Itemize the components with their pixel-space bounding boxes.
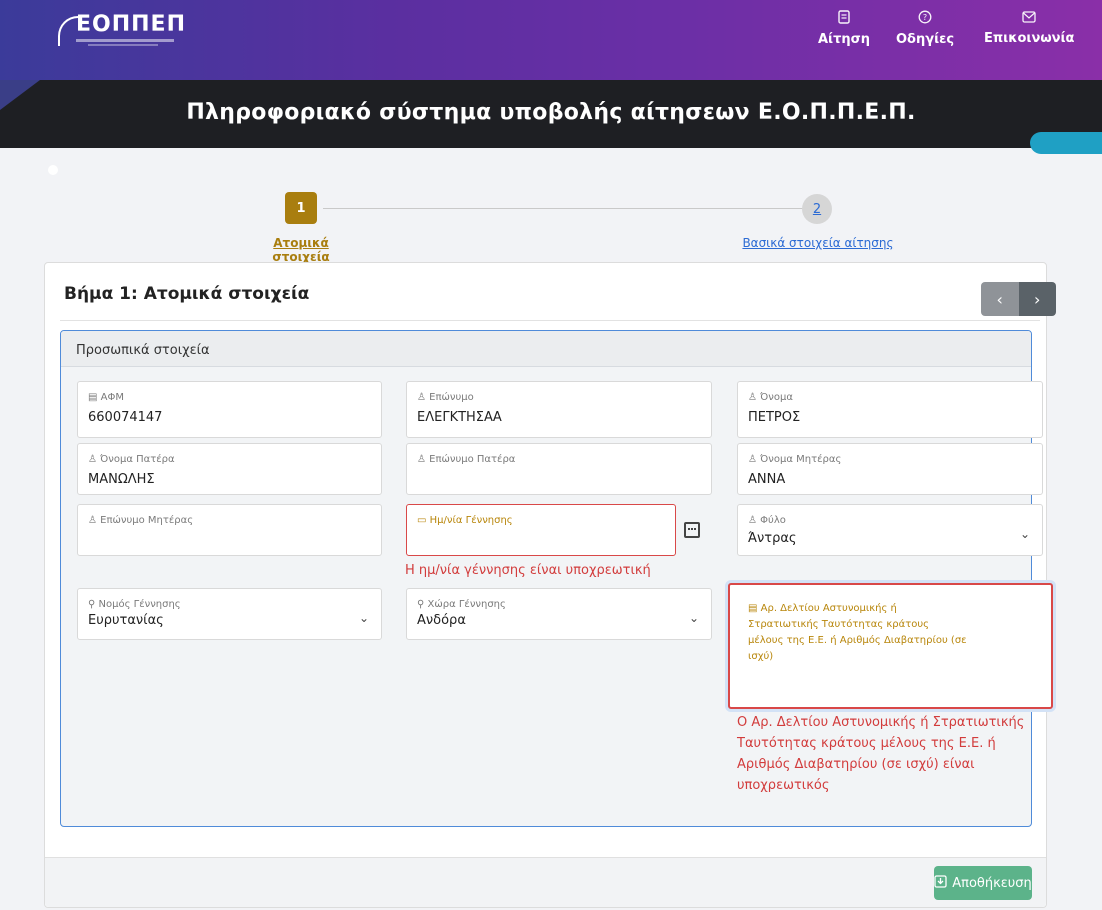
step-1-badge[interactable]: 1 (285, 192, 317, 224)
person-icon: ♙ (417, 454, 430, 465)
svg-text:?: ? (923, 13, 927, 22)
envelope-icon (1022, 10, 1036, 28)
person-icon: ♙ (88, 454, 101, 465)
step-2-label[interactable]: Βασικά στοιχεία αίτησης (738, 236, 898, 250)
chevron-down-icon: ⌄ (688, 611, 699, 625)
birth-country-value: Ανδόρα (417, 613, 466, 628)
id-number-label-line-3: μέλους της Ε.Ε. ή Αριθμός Διαβατηρίου (σ… (748, 635, 967, 646)
id-number-label-line-4: ισχύ) (748, 651, 774, 662)
panel-title: Προσωπικά στοιχεία (76, 343, 210, 358)
mother-surname-label: Επώνυμο Μητέρας (100, 515, 194, 526)
nav-item-contact[interactable]: Επικοινωνία (984, 10, 1074, 46)
name-label: Όνομα (760, 392, 793, 403)
birth-country-select[interactable]: ⚲ Χώρα Γέννησης Ανδόρα ⌄ (406, 588, 712, 640)
mother-name-field[interactable]: ♙ Όνομα Μητέρας ΑΝΝΑ (737, 443, 1043, 495)
surname-label: Επώνυμο (429, 392, 474, 403)
birth-date-label: Ημ/νία Γέννησης (429, 515, 513, 526)
mother-surname-field[interactable]: ♙ Επώνυμο Μητέρας (77, 504, 382, 556)
gender-select[interactable]: ♙ Φύλο Άντρας ⌄ (737, 504, 1043, 556)
step-2-badge[interactable]: 2 (802, 194, 832, 224)
card-title: Βήμα 1: Ατομικά στοιχεία (64, 284, 310, 304)
calendar-icon: ▭ (417, 515, 430, 526)
nav-item-application[interactable]: Αίτηση (818, 10, 870, 47)
question-circle-icon: ? (918, 10, 932, 29)
next-step-button[interactable]: › (1018, 282, 1056, 316)
step-1-label[interactable]: Ατομικά στοιχεία (250, 236, 352, 264)
nav-label-application: Αίτηση (818, 32, 871, 47)
location-pin-icon: ⚲ (88, 599, 99, 610)
gender-value: Άντρας (748, 531, 797, 546)
chevron-right-icon: › (1034, 289, 1041, 309)
father-surname-label: Επώνυμο Πατέρα (429, 454, 516, 465)
mother-name-label: Όνομα Μητέρας (760, 454, 842, 465)
id-number-label-line-1: Αρ. Δελτίου Αστυνομικής ή (760, 603, 897, 614)
card-footer (45, 857, 1046, 907)
chevron-left-icon: ‹ (996, 289, 1003, 309)
nav-item-instructions[interactable]: ? Οδηγίες (896, 10, 954, 47)
person-icon: ♙ (748, 454, 761, 465)
person-icon: ♙ (748, 392, 761, 403)
location-pin-icon: ⚲ (417, 599, 428, 610)
eoppep-logo[interactable]: ΕΟΠΠΕΠ (58, 12, 185, 48)
father-surname-field[interactable]: ♙ Επώνυμο Πατέρα (406, 443, 712, 495)
card-divider (60, 320, 1040, 321)
chevron-down-icon: ⌄ (358, 611, 369, 625)
logo-text: ΕΟΠΠΕΠ (76, 12, 186, 37)
page-title: Πληροφοριακό σύστημα υποβολής αίτησεων Ε… (186, 100, 916, 125)
logo-subtitle-line-2 (88, 44, 158, 46)
afm-value: 660074147 (88, 410, 163, 425)
birth-country-label: Χώρα Γέννησης (427, 599, 506, 610)
father-name-field[interactable]: ♙ Όνομα Πατέρα ΜΑΝΩΛΗΣ (77, 443, 382, 495)
mother-name-value: ΑΝΝΑ (748, 472, 786, 487)
id-number-error-line-2: Ταυτότητας κράτους μέλους της Ε.Ε. ή (737, 736, 996, 751)
id-card-icon: ▤ (748, 603, 761, 614)
decorative-dot (48, 165, 58, 175)
gender-label: Φύλο (760, 515, 786, 526)
step-pager: ‹ › (981, 282, 1056, 316)
save-icon (934, 874, 947, 892)
nav-label-contact: Επικοινωνία (984, 31, 1075, 46)
id-card-icon: ▤ (88, 392, 101, 403)
id-number-error-line-1: Ο Αρ. Δελτίου Αστυνομικής ή Στρατιωτικής (737, 715, 1025, 730)
birth-prefecture-label: Νομός Γέννησης (98, 599, 181, 610)
id-number-error-line-3: Αριθμός Διαβατηρίου (σε ισχύ) είναι (737, 757, 975, 772)
save-label: Αποθήκευση (952, 875, 1032, 891)
birth-date-field[interactable]: ▭ Ημ/νία Γέννησης (406, 504, 676, 556)
person-icon: ♙ (748, 515, 761, 526)
birth-prefecture-select[interactable]: ⚲ Νομός Γέννησης Ευρυτανίας ⌄ (77, 588, 382, 640)
name-field[interactable]: ♙ Όνομα ΠΕΤΡΟΣ (737, 381, 1043, 438)
father-name-label: Όνομα Πατέρα (100, 454, 175, 465)
previous-step-button[interactable]: ‹ (981, 282, 1019, 316)
birth-date-error: Η ημ/νία γέννησης είναι υποχρεωτική (405, 563, 651, 578)
stepper-line (323, 208, 803, 209)
surname-value: ΕΛΕΓΚΤΗΣΑΑ (417, 410, 502, 425)
birth-prefecture-value: Ευρυτανίας (88, 613, 164, 628)
chevron-down-icon: ⌄ (1019, 527, 1030, 541)
decorative-swoosh (1030, 132, 1102, 154)
save-button[interactable]: Αποθήκευση (934, 866, 1032, 900)
id-number-field[interactable]: ▤ Αρ. Δελτίου Αστυνομικής ή Στρατιωτικής… (728, 583, 1053, 709)
logo-subtitle-line (76, 39, 174, 42)
nav-label-instructions: Οδηγίες (896, 32, 955, 47)
id-number-label-line-2: Στρατιωτικής Ταυτότητας κράτους (748, 619, 930, 630)
person-icon: ♙ (88, 515, 101, 526)
id-number-error: Ο Αρ. Δελτίου Αστυνομικής ή Στρατιωτικής… (737, 712, 1024, 796)
id-number-error-line-4: υποχρεωτικός (737, 778, 830, 793)
afm-label: ΑΦΜ (100, 392, 124, 403)
afm-field[interactable]: ▤ ΑΦΜ 660074147 (77, 381, 382, 438)
name-value: ΠΕΤΡΟΣ (748, 410, 801, 425)
calendar-picker-icon[interactable] (684, 522, 700, 538)
document-icon (838, 10, 850, 29)
surname-field[interactable]: ♙ Επώνυμο ΕΛΕΓΚΤΗΣΑΑ (406, 381, 712, 438)
father-name-value: ΜΑΝΩΛΗΣ (88, 472, 155, 487)
person-icon: ♙ (417, 392, 430, 403)
